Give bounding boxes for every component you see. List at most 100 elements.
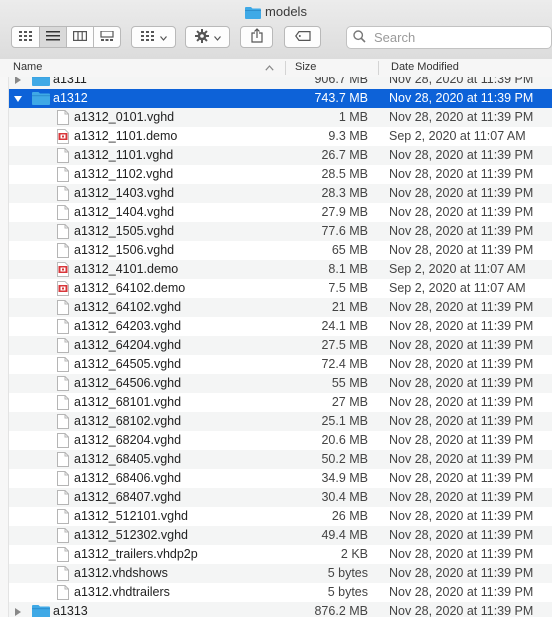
- file-name: a1312_trailers.vhdp2p: [74, 547, 198, 561]
- file-size: 28.3 MB: [321, 186, 368, 200]
- date-modified: Nov 28, 2020 at 11:39 PM: [389, 148, 534, 162]
- search-field[interactable]: [346, 26, 552, 49]
- file-row[interactable]: a1312_1505.vghd 77.6 MB Nov 28, 2020 at 11…: [0, 222, 552, 241]
- tag-icon: [294, 30, 311, 44]
- search-input[interactable]: [372, 29, 546, 46]
- date-modified: Nov 28, 2020 at 11:39 PM: [389, 91, 534, 105]
- file-size: 28.5 MB: [321, 167, 368, 181]
- file-row[interactable]: a1312_64204.vghd 27.5 MB Nov 28, 2020 at 1…: [0, 336, 552, 355]
- disclosure-collapsed-icon[interactable]: [13, 77, 23, 84]
- file-name: a1312_1506.vghd: [74, 243, 175, 257]
- file-name: a1312_68407.vghd: [74, 490, 182, 504]
- group-by-control: [131, 26, 176, 48]
- document-icon: [57, 433, 69, 451]
- file-size: 7.5 MB: [328, 281, 368, 295]
- file-row[interactable]: a1312_512302.vghd 49.4 MB Nov 28, 2020 at …: [0, 526, 552, 545]
- file-row[interactable]: a1312_64505.vghd 72.4 MB Nov 28, 2020 at 1…: [0, 355, 552, 374]
- file-name: a1312_512302.vghd: [74, 528, 189, 542]
- date-column-header[interactable]: Date Modified: [391, 61, 459, 73]
- file-size: 5 bytes: [327, 585, 368, 599]
- grid-icon: [19, 30, 32, 44]
- file-name: a1312: [53, 91, 88, 105]
- file-row[interactable]: a1312_64506.vghd 55 MB Nov 28, 2020 at 11:…: [0, 374, 552, 393]
- icon-view-button[interactable]: [11, 26, 40, 48]
- file-name: a1312_68102.vghd: [74, 414, 182, 428]
- action-control: [185, 26, 230, 48]
- file-row[interactable]: a1312_1102.vghd 28.5 MB Nov 28, 2020 at 11…: [0, 165, 552, 184]
- document-icon: [57, 566, 69, 584]
- date-modified: Sep 2, 2020 at 11:07 AM: [389, 281, 526, 295]
- document-icon: [57, 186, 69, 204]
- column-divider[interactable]: [285, 61, 286, 75]
- list-view-button[interactable]: [40, 26, 67, 48]
- file-row[interactable]: a1312_68102.vghd 25.1 MB Nov 28, 2020 at 1…: [0, 412, 552, 431]
- file-row[interactable]: a1312_64203.vghd 24.1 MB Nov 28, 2020 at 1…: [0, 317, 552, 336]
- file-row[interactable]: a1312_1404.vghd 27.9 MB Nov 28, 2020 at 11…: [0, 203, 552, 222]
- document-icon: [57, 471, 69, 489]
- group-by-button[interactable]: [131, 26, 176, 48]
- file-name: a1312_64204.vghd: [74, 338, 182, 352]
- file-name: a1312_68406.vghd: [74, 471, 182, 485]
- folder-icon: [32, 604, 50, 617]
- file-row[interactable]: a1312_0101.vghd 1 MB Nov 28, 2020 at 11:39…: [0, 108, 552, 127]
- document-icon: [57, 357, 69, 375]
- date-modified: Sep 2, 2020 at 11:07 AM: [389, 129, 526, 143]
- size-column-header[interactable]: Size: [295, 61, 316, 73]
- file-row[interactable]: a1312_68204.vghd 20.6 MB Nov 28, 2020 at 1…: [0, 431, 552, 450]
- file-row[interactable]: a1312_68101.vghd 27 MB Nov 28, 2020 at 11:…: [0, 393, 552, 412]
- tags-control: [284, 26, 321, 48]
- date-modified: Nov 28, 2020 at 11:39 PM: [389, 376, 534, 390]
- window-title-text: models: [265, 4, 307, 19]
- file-name: a1312_1403.vghd: [74, 186, 175, 200]
- date-modified: Nov 28, 2020 at 11:39 PM: [389, 414, 534, 428]
- file-size: 9.3 MB: [328, 129, 368, 143]
- file-size: 2 KB: [340, 547, 368, 561]
- date-modified: Nov 28, 2020 at 11:39 PM: [389, 205, 534, 219]
- file-row[interactable]: a1312_68405.vghd 50.2 MB Nov 28, 2020 at 1…: [0, 450, 552, 469]
- share-button[interactable]: [240, 26, 273, 48]
- file-row[interactable]: a1312_1506.vghd 65 MB Nov 28, 2020 at 11:3…: [0, 241, 552, 260]
- file-row[interactable]: a1312.vhdtrailers 5 bytes Nov 28, 2020 at …: [0, 583, 552, 602]
- document-icon: [57, 395, 69, 413]
- file-row[interactable]: a1312_68406.vghd 34.9 MB Nov 28, 2020 at 1…: [0, 469, 552, 488]
- file-size: 49.4 MB: [321, 528, 368, 542]
- file-row[interactable]: a1312_1403.vghd 28.3 MB Nov 28, 2020 at 11…: [0, 184, 552, 203]
- name-column-header[interactable]: Name: [13, 61, 42, 73]
- tags-button[interactable]: [284, 26, 321, 48]
- document-icon: [57, 547, 69, 565]
- file-name: a1312_1101.demo: [74, 129, 178, 143]
- file-row[interactable]: a1312_1101.demo 9.3 MB Sep 2, 2020 at 11:0…: [0, 127, 552, 146]
- document-icon: [57, 528, 69, 546]
- file-name: a1312_64506.vghd: [74, 376, 182, 390]
- date-modified: Nov 28, 2020 at 11:39 PM: [389, 452, 534, 466]
- date-modified: Nov 28, 2020 at 11:39 PM: [389, 604, 534, 617]
- file-row[interactable]: a1312_68407.vghd 30.4 MB Nov 28, 2020 at 1…: [0, 488, 552, 507]
- document-icon: [57, 167, 69, 185]
- document-icon: [57, 319, 69, 337]
- file-row[interactable]: a1312_64102.demo 7.5 MB Sep 2, 2020 at 11:…: [0, 279, 552, 298]
- file-size: 50.2 MB: [321, 452, 368, 466]
- folder-row[interactable]: a1312 743.7 MB Nov 28, 2020 at 11:39 PM: [0, 89, 552, 108]
- group-grid-icon: [140, 30, 155, 44]
- column-divider[interactable]: [378, 61, 379, 75]
- file-row[interactable]: a1312_512101.vghd 26 MB Nov 28, 2020 at 11…: [0, 507, 552, 526]
- folder-row[interactable]: a1311 906.7 MB Nov 28, 2020 at 11:39 PM: [0, 77, 552, 89]
- file-row[interactable]: a1312.vhdshows 5 bytes Nov 28, 2020 at 11:…: [0, 564, 552, 583]
- column-view-button[interactable]: [67, 26, 94, 48]
- list-icon: [46, 30, 60, 44]
- disclosure-expanded-icon[interactable]: [13, 93, 23, 103]
- disclosure-collapsed-icon[interactable]: [13, 606, 23, 616]
- file-size: 55 MB: [331, 376, 368, 390]
- file-row[interactable]: a1312_1101.vghd 26.7 MB Nov 28, 2020 at 11…: [0, 146, 552, 165]
- file-size: 27.5 MB: [321, 338, 368, 352]
- gallery-view-button[interactable]: [94, 26, 121, 48]
- file-name: a1312.vhdshows: [74, 566, 168, 580]
- action-button[interactable]: [185, 26, 230, 48]
- folder-row[interactable]: a1313 876.2 MB Nov 28, 2020 at 11:39 PM: [0, 602, 552, 617]
- file-row[interactable]: a1312_trailers.vhdp2p 2 KB Nov 28, 2020 at…: [0, 545, 552, 564]
- file-name: a1312_1404.vghd: [74, 205, 175, 219]
- file-row[interactable]: a1312_4101.demo 8.1 MB Sep 2, 2020 at 11:0…: [0, 260, 552, 279]
- gear-icon: [194, 28, 209, 46]
- chevron-down-icon: [213, 30, 221, 44]
- file-row[interactable]: a1312_64102.vghd 21 MB Nov 28, 2020 at 11:…: [0, 298, 552, 317]
